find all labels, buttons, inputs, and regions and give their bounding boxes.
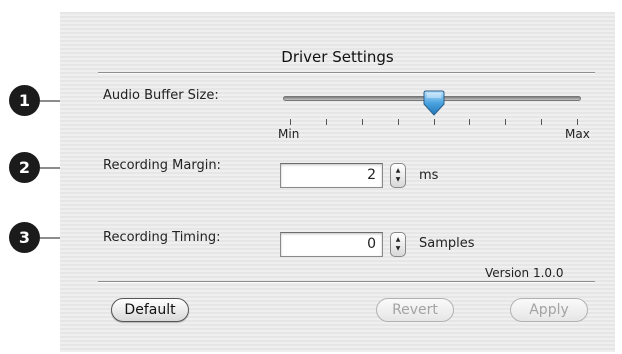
slider-tick [541,119,542,125]
slider-tick [326,119,327,125]
revert-button[interactable]: Revert [376,298,454,322]
stepper-down-arrow-icon[interactable]: ▼ [391,246,405,252]
bottom-divider [98,281,595,283]
version-label: Version 1.0.0 [485,266,564,280]
stepper-down-arrow-icon[interactable]: ▼ [391,177,405,183]
recording-timing-stepper[interactable]: ▲ ▼ [390,232,406,257]
recording-timing-label: Recording Timing: [103,230,221,245]
slider-tick [434,119,435,125]
slider-min-label: Min [278,127,300,141]
recording-timing-field[interactable]: 0 [280,232,383,257]
recording-margin-field[interactable]: 2 [280,163,383,188]
audio-buffer-slider-thumb[interactable] [423,90,445,117]
slider-tick [290,119,291,125]
recording-margin-stepper[interactable]: ▲ ▼ [390,163,406,188]
top-divider [98,72,595,74]
dialog-title: Driver Settings [281,48,394,66]
recording-margin-label: Recording Margin: [103,158,221,173]
slider-tick [505,119,506,125]
apply-button[interactable]: Apply [510,298,588,322]
callout-3: 3 [9,222,40,253]
callout-2: 2 [9,152,40,183]
slider-tick [362,119,363,125]
slider-tick [577,119,578,125]
default-button[interactable]: Default [111,298,189,322]
slider-tick [469,119,470,125]
slider-tick [398,119,399,125]
slider-max-label: Max [565,127,590,141]
stepper-up-arrow-icon[interactable]: ▲ [391,168,405,174]
recording-timing-unit: Samples [419,236,475,251]
recording-margin-unit: ms [419,168,439,183]
callout-1: 1 [9,85,40,116]
audio-buffer-size-label: Audio Buffer Size: [103,88,219,103]
stepper-up-arrow-icon[interactable]: ▲ [391,237,405,243]
